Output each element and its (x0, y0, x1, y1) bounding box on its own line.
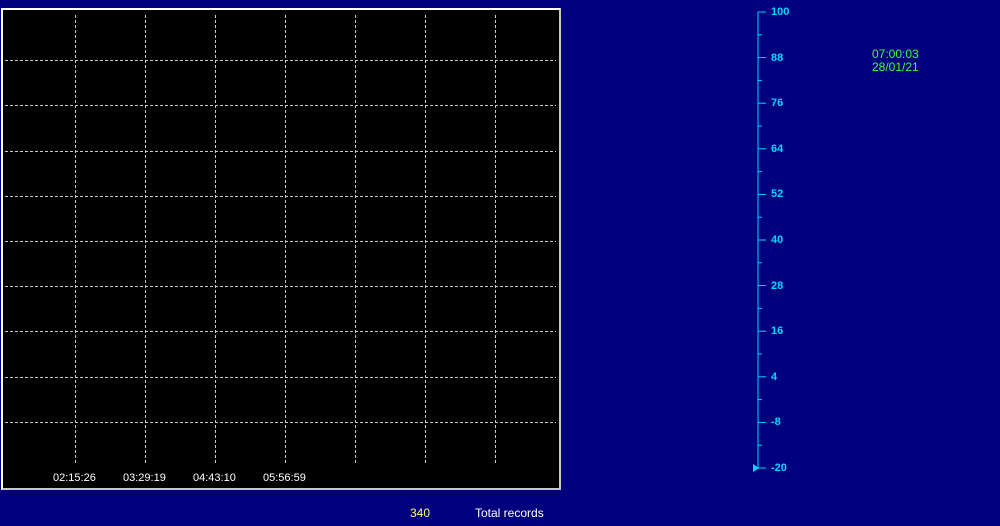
x-tick-label: 05:56:59 (263, 472, 306, 484)
record-count-label: Total records (475, 506, 544, 520)
record-count: 340 (410, 506, 431, 520)
y-tick-label: 88 (771, 51, 784, 64)
y-tick-label: 100 (771, 6, 790, 18)
plot-grid (5, 15, 556, 465)
y-axis (753, 11, 766, 472)
y-tick-label: -8 (771, 416, 781, 429)
x-tick-label: 04:43:10 (193, 472, 236, 484)
y-tick-label: 4 (771, 370, 778, 383)
clock-display: 07:00:03 28/01/21 (872, 48, 919, 74)
y-tick-label: 40 (771, 234, 784, 246)
plot-area[interactable] (5, 15, 556, 467)
y-tick-label: 28 (771, 279, 784, 292)
y-tick-label: 64 (771, 142, 784, 155)
x-tick-label: 03:29:19 (123, 472, 166, 484)
clock-date: 28/01/21 (872, 60, 919, 74)
y-tick-label: 52 (771, 188, 784, 201)
x-tick-label: 02:15:26 (53, 472, 96, 484)
y-tick-label: 76 (771, 97, 784, 110)
y-tick-label: -20 (771, 462, 787, 474)
y-tick-label: 16 (771, 325, 784, 338)
